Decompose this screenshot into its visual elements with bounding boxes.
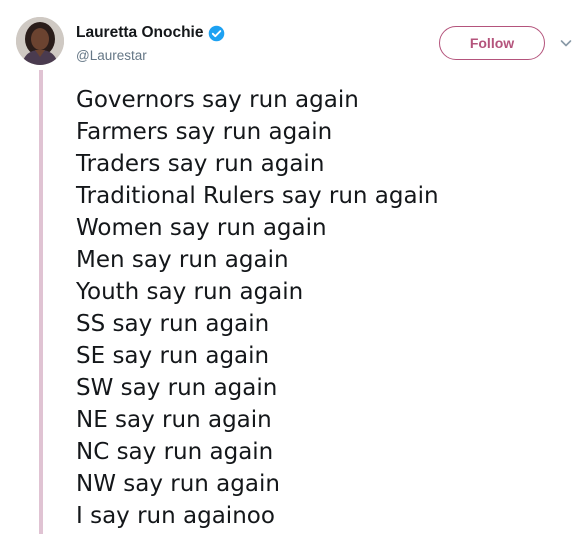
author-display-name[interactable]: Lauretta Onochie (76, 24, 225, 42)
author-name-text[interactable]: Lauretta Onochie (76, 24, 203, 42)
tweet-line: SS say run again (76, 311, 270, 337)
follow-button[interactable]: Follow (439, 26, 545, 60)
avatar[interactable] (16, 17, 64, 65)
tweet-line: Farmers say run again (76, 119, 333, 145)
tweet-line: NW say run again (76, 471, 280, 497)
thread-connector-line (39, 70, 43, 534)
tweet-line: Men say run again (76, 247, 289, 273)
tweet-line: Women say run again (76, 215, 327, 241)
chevron-down-icon[interactable] (559, 36, 573, 50)
tweet-line: NC say run again (76, 439, 274, 465)
tweet-line: SE say run again (76, 343, 270, 369)
tweet-line: Youth say run again (76, 279, 304, 305)
tweet-line: SW say run again (76, 375, 278, 401)
verified-badge-icon (209, 25, 225, 41)
tweet-text: Governors say run again Farmers say run … (76, 84, 439, 532)
tweet-line: Governors say run again (76, 87, 359, 113)
tweet-line: Traditional Rulers say run again (76, 183, 439, 209)
avatar-photo-icon (16, 17, 64, 65)
author-username[interactable]: @Laurestar (76, 48, 147, 64)
tweet-line: I say run againoo (76, 503, 275, 529)
tweet-line: Traders say run again (76, 151, 325, 177)
tweet-line: NE say run again (76, 407, 272, 433)
